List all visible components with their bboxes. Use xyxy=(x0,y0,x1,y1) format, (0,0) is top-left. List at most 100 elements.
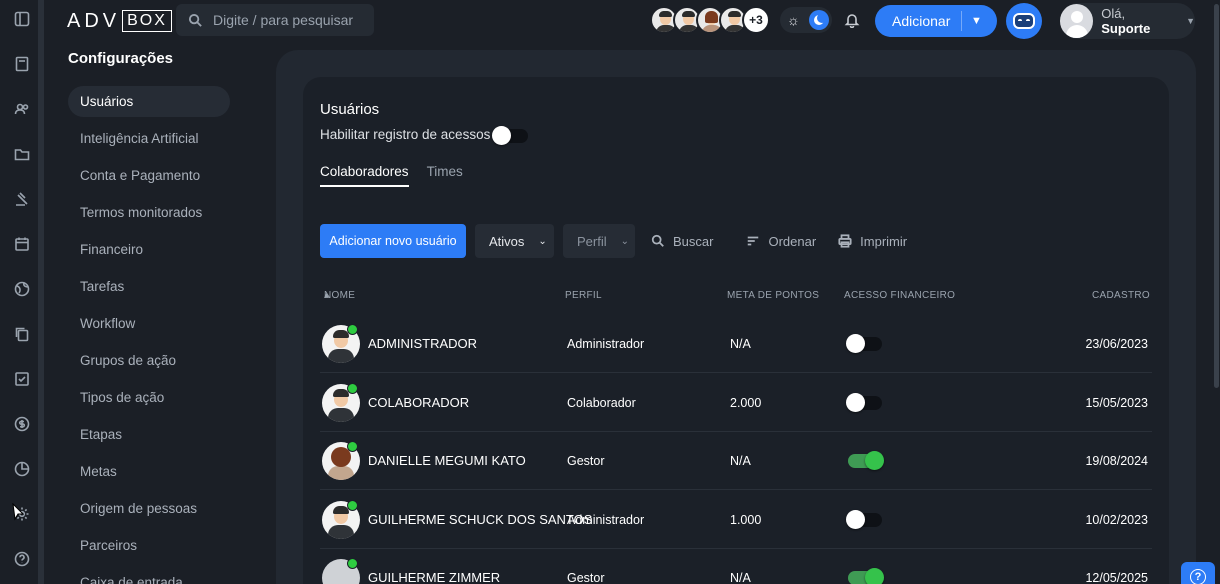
settings-item-termos[interactable]: Termos monitorados xyxy=(68,197,230,234)
more-users-badge[interactable]: +3 xyxy=(742,6,770,34)
settings-item-caixa[interactable]: Caixa de entrada xyxy=(68,567,230,584)
page-title: Usuários xyxy=(320,101,380,118)
status-select[interactable]: Ativos ⌄ xyxy=(475,224,554,258)
chevron-down-icon: ⌄ xyxy=(620,235,630,247)
settings-title: Configurações xyxy=(68,50,174,67)
user-points-goal: N/A xyxy=(730,337,751,351)
settings-item-parceiros[interactable]: Parceiros xyxy=(68,530,230,567)
online-status-dot xyxy=(347,324,358,335)
calendar-icon[interactable] xyxy=(13,235,31,253)
globe-icon[interactable] xyxy=(13,280,31,298)
online-status-dot xyxy=(347,382,358,394)
user-greeting: Olá, Suporte xyxy=(1101,6,1151,36)
tab-times[interactable]: Times xyxy=(427,164,463,187)
online-users[interactable]: +3 xyxy=(650,6,770,34)
user-points-goal: 2.000 xyxy=(730,395,762,410)
chevron-down-icon: ▼ xyxy=(1186,16,1195,26)
finance-access-toggle[interactable] xyxy=(846,509,882,529)
assistant-bot-icon[interactable] xyxy=(1006,3,1042,39)
finance-access-toggle[interactable] xyxy=(848,451,884,470)
user-name[interactable]: GUILHERME SCHUCK DOS SANTOS xyxy=(368,512,592,527)
print-button[interactable]: Imprimir xyxy=(838,234,907,249)
dollar-icon[interactable] xyxy=(13,415,31,433)
copy-icon[interactable] xyxy=(13,325,31,343)
avatar xyxy=(1060,4,1094,38)
column-points[interactable]: META DE PONTOS xyxy=(727,290,819,301)
folder-icon[interactable] xyxy=(13,145,31,163)
finance-access-toggle[interactable] xyxy=(846,392,882,412)
settings-item-etapas[interactable]: Etapas xyxy=(68,419,230,456)
settings-item-usuarios[interactable]: Usuários xyxy=(68,86,230,117)
settings-item-tipos-acao[interactable]: Tipos de ação xyxy=(68,382,230,419)
table-row[interactable]: COLABORADOR Colaborador 2.000 15/05/2023 xyxy=(320,374,1152,432)
pie-icon[interactable] xyxy=(13,460,31,478)
moon-icon xyxy=(809,10,829,30)
scrollbar[interactable] xyxy=(1214,4,1219,388)
online-status-dot xyxy=(347,499,358,511)
chevron-down-icon: ⌄ xyxy=(538,235,547,247)
user-name[interactable]: GUILHERME ZIMMER xyxy=(368,570,500,584)
status-select-value: Ativos xyxy=(489,233,525,249)
user-points-goal: N/A xyxy=(730,571,751,584)
add-user-button[interactable]: Adicionar novo usuário xyxy=(320,224,466,258)
finance-access-toggle[interactable] xyxy=(846,334,882,353)
column-finance[interactable]: ACESSO FINANCEIRO xyxy=(844,290,955,301)
user-name[interactable]: ADMINISTRADOR xyxy=(368,336,477,351)
register-access-toggle[interactable] xyxy=(492,126,528,145)
bell-icon[interactable] xyxy=(844,12,860,29)
settings-item-origem[interactable]: Origem de pessoas xyxy=(68,493,230,530)
user-created-date: 12/05/2025 xyxy=(1085,571,1148,584)
sort-button[interactable]: Ordenar xyxy=(746,234,816,249)
logo-box-text: BOX xyxy=(122,10,172,32)
people-icon[interactable] xyxy=(13,100,31,118)
settings-item-financeiro[interactable]: Financeiro xyxy=(68,234,230,271)
add-button-label: Adicionar xyxy=(892,13,951,29)
user-created-date: 19/08/2024 xyxy=(1085,454,1148,468)
toolbar: Adicionar novo usuário Ativos ⌄ Perfil ⌄ B… xyxy=(320,224,907,258)
column-profile[interactable]: PERFIL xyxy=(565,290,602,301)
table-row[interactable]: GUILHERME SCHUCK DOS SANTOS Administrador… xyxy=(320,491,1152,549)
user-name[interactable]: COLABORADOR xyxy=(368,395,469,410)
logo-adv-text: ADV xyxy=(67,9,121,32)
column-created[interactable]: CADASTRO xyxy=(1092,290,1150,301)
user-created-date: 10/02/2023 xyxy=(1085,512,1148,527)
checkbox-icon[interactable] xyxy=(13,370,31,388)
tabs: Colaboradores Times xyxy=(320,164,463,187)
book-icon[interactable] xyxy=(13,55,31,73)
chevron-down-icon[interactable]: ▼ xyxy=(962,15,982,27)
search-icon xyxy=(188,13,202,27)
user-points-goal: 1.000 xyxy=(730,512,762,527)
user-profile: Administrador xyxy=(567,512,645,527)
tab-colaboradores[interactable]: Colaboradores xyxy=(320,164,409,187)
sort-icon xyxy=(748,236,759,246)
settings-item-conta[interactable]: Conta e Pagamento xyxy=(68,160,230,197)
help-circle-icon[interactable] xyxy=(13,550,31,568)
profile-select-value: Perfil xyxy=(577,233,607,249)
theme-toggle[interactable]: ☼ xyxy=(780,7,832,33)
settings-item-tarefas[interactable]: Tarefas xyxy=(68,271,230,308)
search-button[interactable]: Buscar xyxy=(651,234,713,249)
user-name[interactable]: DANIELLE MEGUMI KATO xyxy=(368,453,526,468)
table-row[interactable]: ADMINISTRADOR Administrador N/A 23/06/2023 xyxy=(320,315,1152,373)
question-icon: ? xyxy=(1190,569,1206,584)
profile-select[interactable]: Perfil ⌄ xyxy=(563,224,635,258)
app-logo[interactable]: ADV BOX xyxy=(67,9,172,33)
layout-icon[interactable] xyxy=(13,10,31,28)
settings-item-ia[interactable]: Inteligência Artificial xyxy=(68,123,230,160)
settings-item-grupos-acao[interactable]: Grupos de ação xyxy=(68,345,230,382)
help-button[interactable]: ? xyxy=(1181,562,1215,584)
table-row[interactable]: GUILHERME ZIMMER Gestor N/A 12/05/2025 xyxy=(320,549,1152,584)
cursor-icon xyxy=(12,503,25,521)
finance-access-toggle[interactable] xyxy=(848,568,884,584)
search-bar[interactable] xyxy=(176,4,374,36)
gavel-icon[interactable] xyxy=(13,190,31,208)
icon-rail xyxy=(0,0,44,584)
table-row[interactable]: DANIELLE MEGUMI KATO Gestor N/A 19/08/2024 xyxy=(320,432,1152,490)
user-created-date: 15/05/2023 xyxy=(1085,395,1148,410)
settings-item-workflow[interactable]: Workflow xyxy=(68,308,230,345)
user-menu[interactable]: Olá, Suporte ▼ xyxy=(1060,3,1195,39)
settings-item-metas[interactable]: Metas xyxy=(68,456,230,493)
user-profile: Administrador xyxy=(567,337,645,351)
search-input[interactable] xyxy=(213,12,363,28)
add-dropdown-button[interactable]: Adicionar ▼ xyxy=(875,5,997,37)
